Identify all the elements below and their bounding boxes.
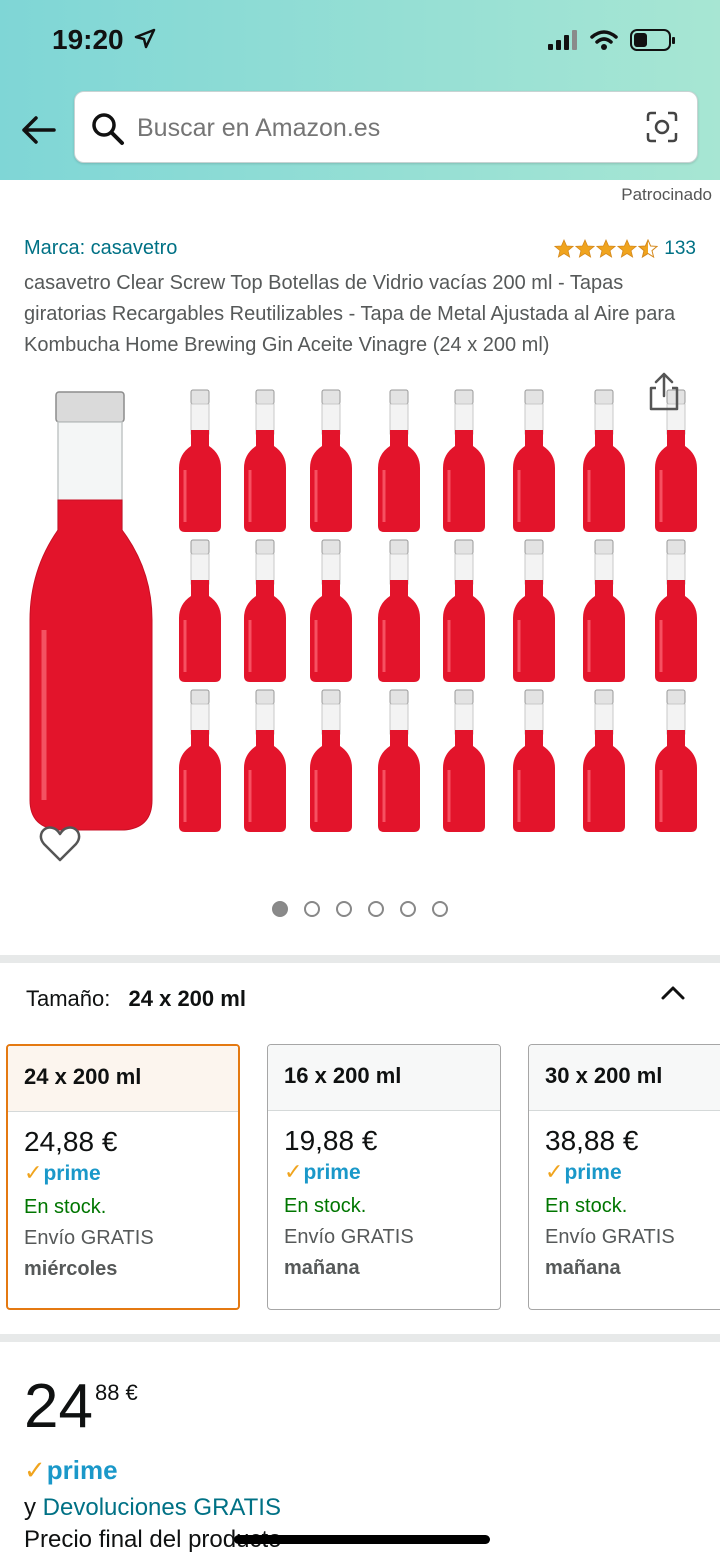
prime-badge: ✓ prime [24, 1160, 101, 1185]
star-full-icon [554, 239, 575, 258]
star-full-icon [617, 239, 638, 258]
variant-name: 30 x 200 ml [529, 1045, 720, 1111]
returns-prefix: y [24, 1494, 36, 1521]
stock-status: En stock. [24, 1196, 107, 1218]
rating-stars [554, 239, 659, 259]
variant-price: 38,88 € [545, 1125, 639, 1156]
product-title: casavetro Clear Screw Top Botellas de Vi… [24, 272, 676, 356]
product-rating[interactable]: 133 [554, 238, 696, 260]
delivery-day: miércoles [24, 1258, 118, 1280]
search-input[interactable] [137, 110, 617, 146]
size-label: Tamaño: [26, 986, 111, 1011]
free-returns-link[interactable]: Devoluciones GRATIS [43, 1494, 281, 1521]
variant-name: 24 x 200 ml [8, 1046, 238, 1112]
pagination-dot[interactable] [336, 901, 352, 917]
variant-price: 19,88 € [284, 1125, 378, 1156]
variant-card-30[interactable]: 30 x 200 ml 38,88 € ✓ prime En stock. Env… [528, 1044, 720, 1310]
share-icon[interactable] [646, 372, 682, 412]
prime-check-icon: ✓ [24, 1455, 46, 1485]
price-whole: 24 [24, 1372, 93, 1441]
returns-row: y Devoluciones GRATIS [24, 1494, 281, 1522]
search-bar[interactable] [74, 91, 698, 163]
home-indicator[interactable] [234, 1535, 490, 1544]
heart-wishlist-icon[interactable] [38, 824, 82, 864]
bottle-grid [177, 388, 699, 834]
variant-name: 16 x 200 ml [268, 1045, 500, 1111]
prime-badge-large: ✓ prime [24, 1455, 118, 1485]
shipping-text: Envío GRATIS [545, 1226, 675, 1248]
status-icons [548, 28, 676, 52]
prime-check-icon: ✓ [545, 1159, 564, 1184]
pagination-dot[interactable] [304, 901, 320, 917]
section-divider [0, 955, 720, 963]
pagination-dot-active[interactable] [272, 901, 288, 917]
shipping-text: Envío GRATIS [284, 1226, 414, 1248]
stock-status: En stock. [284, 1195, 367, 1217]
wifi-icon [590, 30, 618, 50]
delivery-day: mañana [545, 1257, 621, 1279]
search-icon [92, 113, 124, 145]
variant-price: 24,88 € [24, 1126, 118, 1157]
prime-badge: ✓ prime [284, 1159, 361, 1184]
app-header: 19:20 [0, 0, 720, 180]
stock-status: En stock. [545, 1195, 628, 1217]
rating-count: 133 [664, 238, 696, 259]
large-bottle [29, 391, 153, 831]
star-full-icon [575, 239, 596, 258]
star-full-icon [596, 239, 617, 258]
section-divider [0, 1334, 720, 1342]
chevron-up-icon[interactable] [658, 980, 688, 1006]
price-fraction: 88 € [94, 1380, 138, 1405]
signal-icon [548, 30, 577, 50]
camera-lens-icon[interactable] [645, 110, 679, 144]
sponsored-label: Patrocinado [621, 185, 712, 204]
product-price: 24 88 € [24, 1372, 138, 1442]
prime-check-icon: ✓ [24, 1160, 43, 1185]
back-arrow-icon[interactable] [18, 110, 58, 150]
shipping-text: Envío GRATIS [24, 1227, 154, 1249]
star-half-icon [638, 239, 659, 259]
delivery-day: mañana [284, 1257, 360, 1279]
size-selector-header[interactable]: Tamaño: 24 x 200 ml [26, 986, 246, 1012]
variant-card-16[interactable]: 16 x 200 ml 19,88 € ✓ prime En stock. Env… [267, 1044, 501, 1310]
variant-card-24[interactable]: 24 x 200 ml 24,88 € ✓ prime En stock. Env… [6, 1044, 240, 1310]
brand-link[interactable]: Marca: casavetro [24, 237, 177, 260]
prime-check-icon: ✓ [284, 1159, 303, 1184]
image-pagination[interactable] [0, 901, 720, 917]
battery-icon [630, 29, 675, 51]
pagination-dot[interactable] [368, 901, 384, 917]
pagination-dot[interactable] [400, 901, 416, 917]
product-image[interactable] [20, 380, 710, 840]
size-value: 24 x 200 ml [128, 986, 246, 1011]
prime-badge: ✓ prime [545, 1159, 622, 1184]
location-arrow-icon [134, 28, 156, 49]
pagination-dot[interactable] [432, 901, 448, 917]
status-time: 19:20 [52, 24, 124, 55]
